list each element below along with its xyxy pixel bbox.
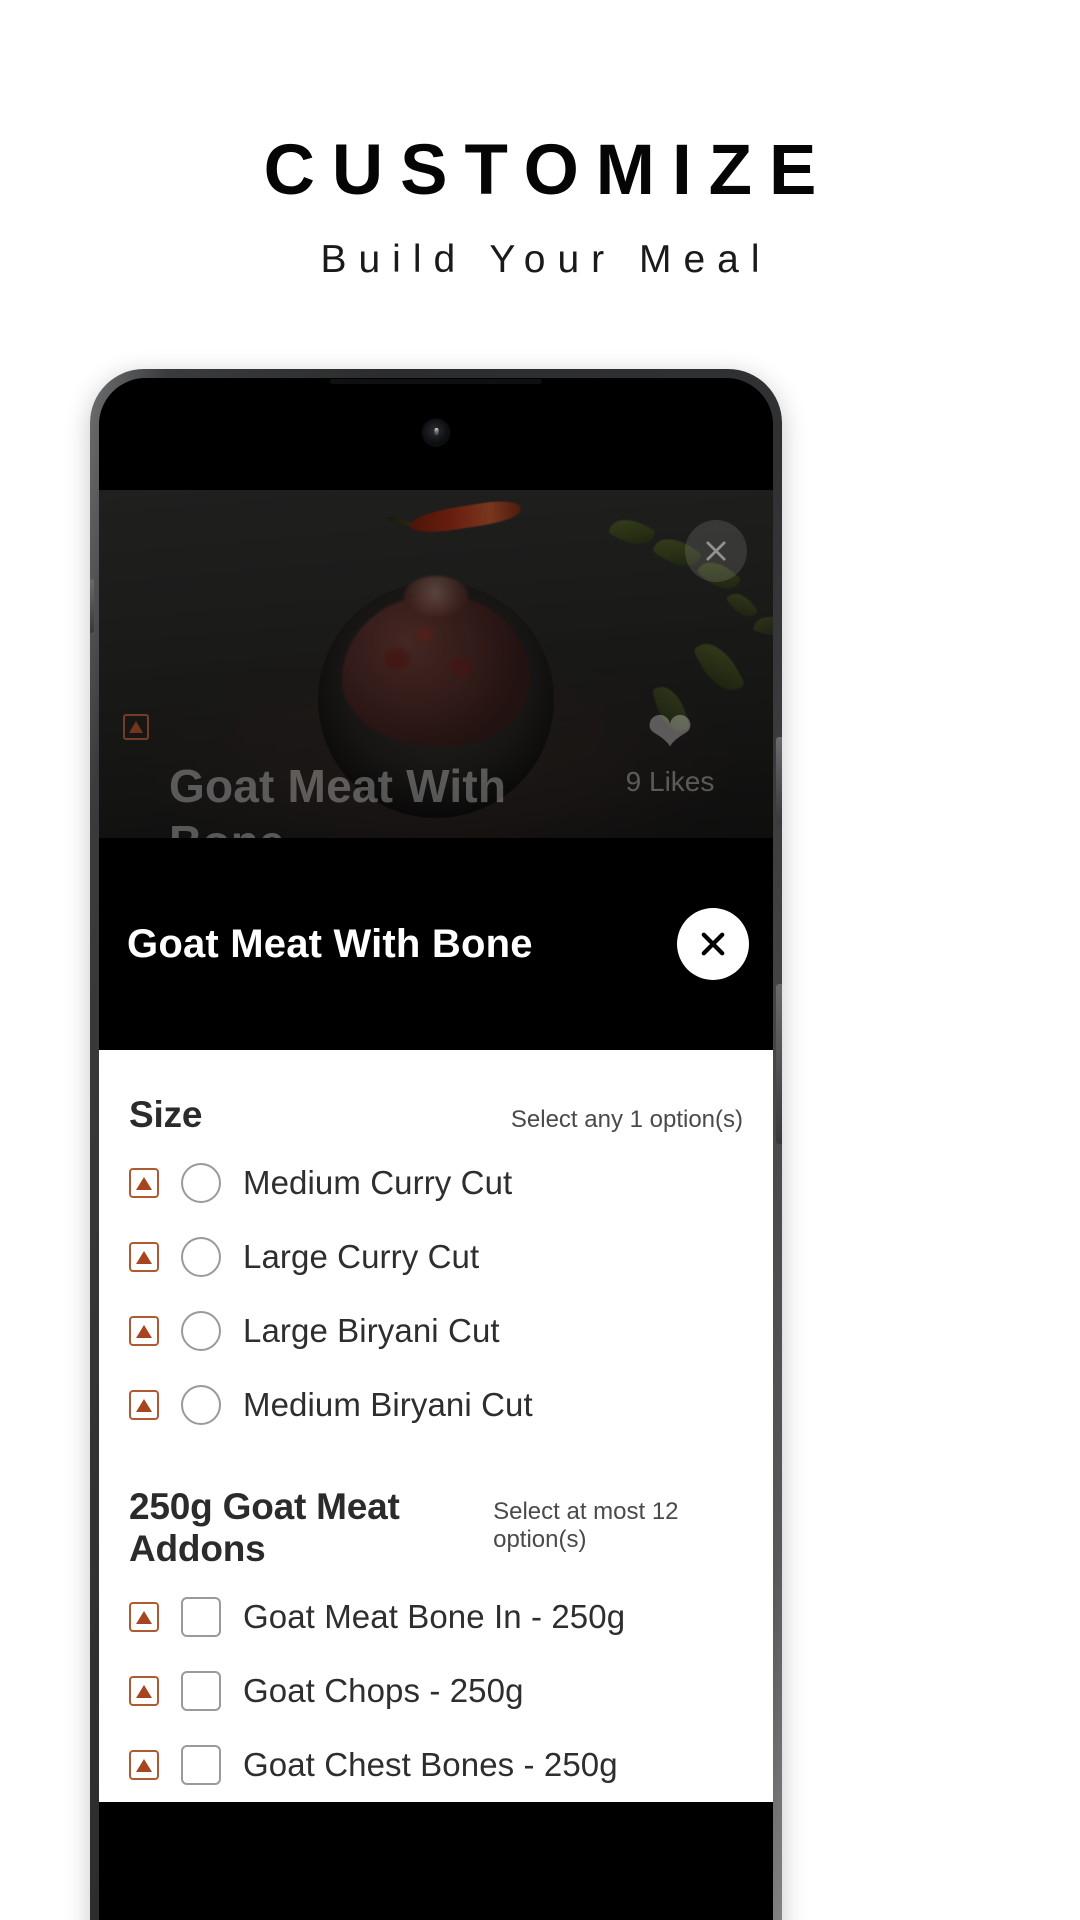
nonveg-marker-icon [129,1390,159,1420]
group-hint: Select any 1 option(s) [510,1106,743,1133]
radio-button[interactable] [181,1385,221,1425]
option-label: Goat Chops - 250g [243,1672,524,1709]
product-hero-image: Goat Meat With Bone ₹ 475 Half Kg ₹ 515 … [99,490,773,838]
option-label: Goat Meat Bone In - 250g [243,1598,626,1635]
option-row[interactable]: Goat Chest Bones - 250g [125,1728,747,1802]
checkbox[interactable] [181,1745,221,1785]
front-camera-icon [423,420,449,445]
radio-button[interactable] [181,1311,221,1351]
option-group-header: Size Select any 1 option(s) [125,1050,747,1146]
hero-product-title: Goat Meat With Bone [169,760,507,838]
option-row[interactable]: Medium Biryani Cut [125,1368,747,1442]
radio-button[interactable] [181,1237,221,1277]
option-label: Goat Chest Bones - 250g [243,1746,618,1783]
close-icon [706,541,726,561]
phone-side-button[interactable] [90,579,94,633]
option-label: Medium Curry Cut [243,1164,513,1201]
option-row[interactable]: Goat Meat Bone In - 250g [125,1580,747,1654]
modal-close-button[interactable] [677,908,749,980]
modal-header: Goat Meat With Bone [99,838,773,1050]
status-bar [99,378,773,490]
option-row[interactable]: Medium Curry Cut [125,1146,747,1220]
hero-foreground: Goat Meat With Bone ₹ 475 Half Kg ₹ 515 … [99,490,773,838]
radio-button[interactable] [181,1163,221,1203]
nonveg-marker-icon [129,1602,159,1632]
option-group-header: 250g Goat Meat Addons Select at most 12 … [125,1442,747,1580]
phone-screen: Goat Meat With Bone ₹ 475 Half Kg ₹ 515 … [99,378,773,1920]
option-label: Large Biryani Cut [243,1312,500,1349]
nonveg-marker-icon [129,1168,159,1198]
group-hint: Select at most 12 option(s) [493,1498,679,1553]
option-row[interactable]: Large Biryani Cut [125,1294,747,1368]
option-row[interactable]: Goat Chops - 250g [125,1654,747,1728]
earpiece-speaker [330,379,542,384]
hero-close-button[interactable] [685,520,747,582]
checkbox[interactable] [181,1671,221,1711]
nonveg-marker-icon [129,1676,159,1706]
close-icon [701,932,725,956]
option-row[interactable]: Large Curry Cut [125,1220,747,1294]
option-label: Large Curry Cut [243,1238,480,1275]
checkbox[interactable] [181,1597,221,1637]
promo-title: CUSTOMIZE [263,131,834,210]
likes-count: 9 Likes [625,766,715,797]
customize-modal: Goat Meat With Bone Size Select any 1 op… [99,838,773,1802]
modal-title: Goat Meat With Bone [127,921,533,966]
nonveg-marker-icon [129,1316,159,1346]
group-title: Size [129,1094,203,1135]
promo-subtitle: Build Your Meal [320,238,772,281]
option-label: Medium Biryani Cut [243,1386,533,1423]
modal-body: Size Select any 1 option(s) Medium Curry… [99,1050,773,1802]
nonveg-marker-icon [129,1750,159,1780]
promo-screenshot: CUSTOMIZE Build Your Meal Goat Meat With… [0,0,1080,1920]
like-button[interactable]: ❤ 9 Likes [595,704,745,798]
phone-mockup: Goat Meat With Bone ₹ 475 Half Kg ₹ 515 … [90,369,782,1920]
nonveg-marker-icon [123,714,149,740]
group-title: 250g Goat Meat Addons [129,1486,400,1569]
nonveg-marker-icon [129,1242,159,1272]
phone-volume-button[interactable] [776,984,782,1144]
phone-power-button[interactable] [776,737,782,825]
heart-icon: ❤ [646,700,694,763]
